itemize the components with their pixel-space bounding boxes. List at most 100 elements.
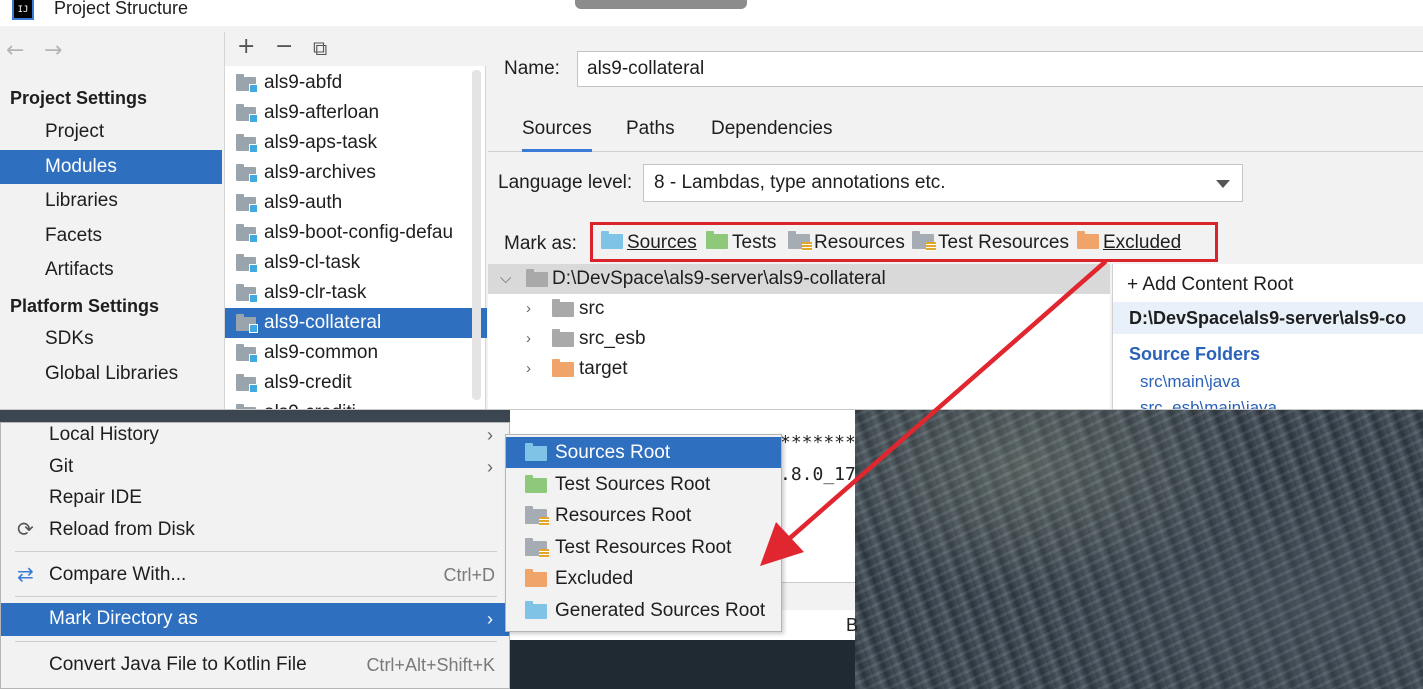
submenu-item-resources-root[interactable]: Resources Root	[506, 500, 781, 531]
mark-tests-button[interactable]: Tests	[706, 231, 776, 254]
test-resources-folder-icon	[912, 231, 936, 251]
folder-icon	[552, 299, 574, 317]
module-folder-icon	[236, 134, 258, 153]
module-list-item[interactable]: als9-credit	[225, 368, 487, 398]
module-list-item[interactable]: als9-collateral	[225, 308, 487, 338]
excluded-folder-icon	[525, 569, 547, 587]
submenu-item-test-sources-root[interactable]: Test Sources Root	[506, 469, 781, 500]
module-name: als9-credit	[264, 372, 352, 393]
remove-module-button[interactable]: −	[275, 34, 293, 59]
language-level-value: 8 - Lambdas, type annotations etc.	[654, 172, 946, 193]
tab-paths[interactable]: Paths	[626, 118, 675, 152]
chevron-right-icon[interactable]: ›	[526, 294, 531, 324]
mark-sources-button[interactable]: Sources	[601, 231, 697, 254]
tree-row-target[interactable]: › target	[488, 354, 1110, 384]
project-structure-dialog: IJ Project Structure ← → Project Setting…	[0, 0, 1423, 410]
sidebar-item-artifacts[interactable]: Artifacts	[0, 253, 222, 287]
module-list-item[interactable]: als9-boot-config-defau	[225, 218, 487, 248]
tree-label-src-esb: src_esb	[579, 328, 646, 349]
chevron-right-icon: ›	[487, 609, 493, 629]
module-list-item[interactable]: als9-clr-task	[225, 278, 487, 308]
module-list-item[interactable]: als9-common	[225, 338, 487, 368]
tree-row-src-esb[interactable]: › src_esb	[488, 324, 1110, 354]
name-label: Name:	[504, 58, 560, 79]
submenu-item-generated-sources-root[interactable]: Generated Sources Root	[506, 595, 781, 626]
language-level-select[interactable]: 8 - Lambdas, type annotations etc.	[643, 164, 1243, 202]
module-name: als9-boot-config-defau	[264, 222, 454, 243]
module-folder-icon	[236, 314, 258, 333]
sidebar-item-sdks[interactable]: SDKs	[0, 322, 222, 356]
module-name: als9-cl-task	[264, 252, 361, 273]
submenu-item-sources-root[interactable]: Sources Root	[506, 437, 781, 468]
module-list-item[interactable]: als9-abfd	[225, 68, 487, 98]
module-name: als9-crediti...	[264, 402, 372, 409]
add-content-root-button[interactable]: + Add Content Root	[1127, 274, 1293, 296]
module-tabs: Sources Paths Dependencies	[488, 112, 1423, 152]
menu-label: Reload from Disk	[49, 519, 195, 540]
menu-separator	[15, 551, 497, 552]
intellij-logo-icon: IJ	[12, 0, 34, 20]
submenu-item-excluded[interactable]: Excluded	[506, 563, 781, 594]
module-list-scrollbar[interactable]	[472, 70, 481, 400]
sidebar-item-global-libraries[interactable]: Global Libraries	[0, 357, 222, 391]
sidebar-item-project[interactable]: Project	[0, 115, 222, 149]
tree-label-target: target	[579, 358, 628, 379]
copy-module-button[interactable]: ⧉	[313, 36, 327, 60]
sidebar-item-modules[interactable]: Modules	[0, 150, 222, 184]
back-arrow-icon[interactable]: ←	[6, 38, 24, 63]
source-folder-entry[interactable]: src\main\java	[1140, 372, 1240, 392]
menu-label: Compare With...	[49, 564, 187, 585]
shortcut-label: Ctrl+Alt+Shift+K	[366, 655, 495, 675]
module-folder-icon	[236, 374, 258, 393]
module-list-item[interactable]: als9-crediti...	[225, 398, 487, 409]
window-handle[interactable]	[575, 0, 747, 9]
tab-sources[interactable]: Sources	[522, 118, 592, 152]
tree-root-path: D:\DevSpace\als9-server\als9-collateral	[552, 268, 886, 289]
source-folder-entry[interactable]: src_esb\main\java	[1140, 398, 1277, 409]
menu-item-mark-directory-as[interactable]: Mark Directory as ›	[1, 603, 509, 636]
sidebar-item-libraries[interactable]: Libraries	[0, 184, 222, 218]
module-name: als9-common	[264, 342, 379, 363]
submenu-item-test-resources-root[interactable]: Test Resources Root	[506, 532, 781, 563]
module-name: als9-archives	[264, 162, 376, 183]
module-list-item[interactable]: als9-archives	[225, 158, 487, 188]
menu-item-compare-with[interactable]: ⇄ Compare With... Ctrl+D	[1, 559, 509, 591]
editor-text-line: .8.0_17	[780, 464, 856, 485]
module-name: als9-abfd	[264, 72, 343, 93]
chevron-down-icon	[1216, 180, 1230, 188]
forward-arrow-icon[interactable]: →	[44, 38, 62, 63]
chevron-down-icon[interactable]: ⌵	[500, 264, 511, 294]
menu-item-git[interactable]: Git ›	[1, 451, 509, 483]
module-list-item[interactable]: als9-auth	[225, 188, 487, 218]
tree-row-src[interactable]: › src	[488, 294, 1110, 324]
chevron-right-icon[interactable]: ›	[526, 324, 531, 354]
submenu-label: Test Sources Root	[555, 474, 711, 495]
menu-item-local-history[interactable]: Local History ›	[1, 419, 509, 451]
mark-resources-button[interactable]: Resources	[788, 231, 905, 254]
module-list-item[interactable]: als9-cl-task	[225, 248, 487, 278]
menu-label: Convert Java File to Kotlin File	[49, 654, 307, 675]
module-name-input[interactable]: als9-collateral	[577, 51, 1423, 87]
reload-icon: ⟳	[17, 519, 34, 541]
menu-item-reload-from-disk[interactable]: ⟳ Reload from Disk	[1, 514, 509, 546]
mark-excluded-button[interactable]: Excluded	[1077, 231, 1181, 254]
tree-label-src: src	[579, 298, 605, 319]
menu-item-repair-ide[interactable]: Repair IDE	[1, 482, 509, 514]
content-root-path: D:\DevSpace\als9-server\als9-co	[1113, 302, 1423, 334]
module-list-item[interactable]: als9-aps-task	[225, 128, 487, 158]
chevron-right-icon[interactable]: ›	[526, 354, 531, 384]
shortcut-label: Ctrl+D	[443, 565, 495, 585]
sidebar-item-facets[interactable]: Facets	[0, 219, 222, 253]
tree-root-row[interactable]: ⌵ D:\DevSpace\als9-server\als9-collatera…	[488, 264, 1110, 294]
module-name: als9-afterloan	[264, 102, 380, 123]
add-module-button[interactable]: +	[237, 34, 255, 59]
sources-folder-icon	[601, 231, 623, 249]
module-folder-icon	[236, 224, 258, 243]
mark-test-resources-button[interactable]: Test Resources	[912, 231, 1069, 254]
tab-dependencies[interactable]: Dependencies	[711, 118, 832, 152]
menu-item-convert-to-kotlin[interactable]: Convert Java File to Kotlin File Ctrl+Al…	[1, 649, 509, 681]
module-list-item[interactable]: als9-afterloan	[225, 98, 487, 128]
module-name: als9-collateral	[264, 312, 382, 333]
module-folder-icon	[236, 404, 258, 409]
module-details: Name: als9-collateral Sources Paths Depe…	[488, 32, 1423, 409]
